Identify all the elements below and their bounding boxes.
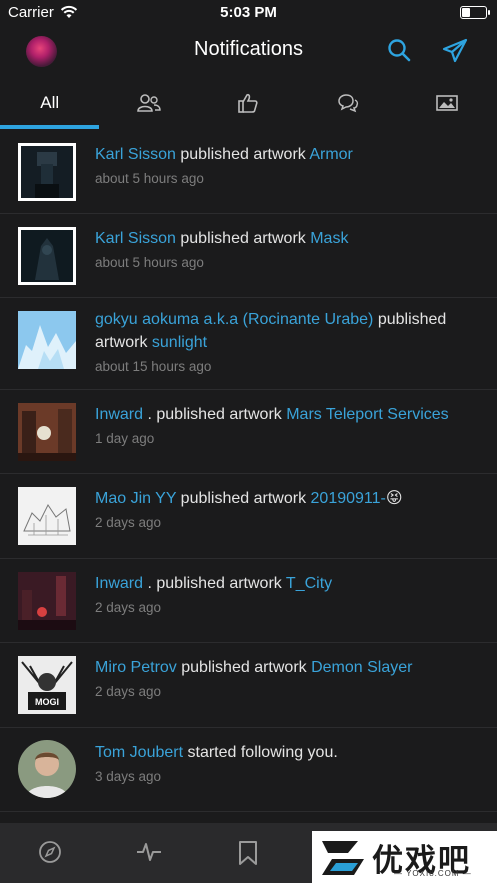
notification-row[interactable]: Karl Sisson published artwork Mask about… [0,214,497,298]
notification-list: Karl Sisson published artwork Armor abou… [0,129,497,812]
tab-comments[interactable] [298,76,397,129]
watermark-url: — YOXI8.COM — [394,869,472,878]
bookmark-icon[interactable] [238,840,258,866]
artwork-thumbnail[interactable] [18,143,76,201]
artwork-link[interactable]: 20190911- [311,490,386,507]
clock: 5:03 PM [220,4,277,21]
activity-icon[interactable] [136,840,162,864]
user-link[interactable]: Inward [95,406,143,423]
user-avatar[interactable] [18,740,76,798]
artwork-thumbnail[interactable] [18,227,76,285]
watermark-logo-icon [322,841,364,875]
notification-text: Miro Petrov published artwork Demon Slay… [95,656,477,701]
compass-icon[interactable] [38,840,62,864]
notification-text: Karl Sisson published artwork Mask about… [95,227,477,272]
action-text: . published artwork [143,406,287,423]
user-link[interactable]: Karl Sisson [95,230,176,247]
artwork-link[interactable]: T_City [286,575,332,592]
send-icon[interactable] [442,38,468,63]
notification-text: Mao Jin YY published artwork 20190911-😝 … [95,487,477,532]
emoji: 😝 [385,490,403,507]
nav-bar: Notifications [0,26,497,76]
artwork-link[interactable]: Mars Teleport Services [286,406,448,423]
search-icon[interactable] [387,38,412,63]
notification-text: Inward . published artwork Mars Teleport… [95,403,477,448]
status-bar: Carrier 5:03 PM [0,0,497,26]
artwork-thumbnail[interactable] [18,311,76,369]
artwork-thumbnail[interactable] [18,403,76,461]
timestamp: about 5 hours ago [95,171,204,186]
timestamp: 1 day ago [95,431,155,446]
user-link[interactable]: Karl Sisson [95,146,176,163]
artwork-link[interactable]: Mask [310,230,348,247]
tab-follows[interactable] [99,76,198,129]
action-text: started following you. [183,744,338,761]
tab-artworks[interactable] [398,76,497,129]
image-icon [436,94,459,111]
tab-all-label: All [40,92,60,112]
timestamp: about 15 hours ago [95,359,212,374]
battery-icon [460,6,490,19]
timestamp: 3 days ago [95,769,162,784]
notification-row[interactable]: Karl Sisson published artwork Armor abou… [0,129,497,214]
artwork-link[interactable]: Demon Slayer [311,659,412,676]
action-text: published artwork [175,230,311,247]
notification-row[interactable]: Inward . published artwork Mars Teleport… [0,390,497,474]
notification-row[interactable]: Tom Joubert started following you. 3 day… [0,728,497,812]
notification-row[interactable]: MOGI Miro Petrov published artwork Demon… [0,643,497,728]
timestamp: 2 days ago [95,600,162,615]
action-text: . published artwork [143,575,286,592]
tab-all[interactable]: All [0,76,100,129]
notification-row[interactable]: gokyu aokuma a.k.a (Rocinante Urabe) pub… [0,298,497,390]
notification-text: Tom Joubert started following you. 3 day… [95,741,477,786]
tab-likes[interactable] [199,76,298,129]
artwork-thumbnail[interactable]: MOGI [18,656,76,714]
artwork-thumbnail[interactable] [18,572,76,630]
watermark: 优戏吧 — YOXI8.COM — [312,831,497,883]
user-link[interactable]: Tom Joubert [95,744,183,761]
page-title: Notifications [194,38,303,60]
thumbs-up-icon [238,93,259,113]
notification-text: Inward . published artwork T_City 2 days… [95,572,477,617]
user-link[interactable]: gokyu aokuma a.k.a (Rocinante Urabe) [95,311,373,328]
action-text: published artwork [175,146,310,163]
people-icon [137,93,161,112]
timestamp: 2 days ago [95,515,162,530]
user-link[interactable]: Miro Petrov [95,659,177,676]
notification-text: Karl Sisson published artwork Armor abou… [95,143,477,188]
timestamp: about 5 hours ago [95,255,204,270]
comments-icon [338,93,358,112]
notification-text: gokyu aokuma a.k.a (Rocinante Urabe) pub… [95,308,477,376]
timestamp: 2 days ago [95,684,162,699]
action-text: published artwork [176,659,312,676]
artwork-link[interactable]: Armor [309,146,353,163]
action-text: published artwork [176,490,311,507]
user-link[interactable]: Mao Jin YY [95,490,176,507]
notification-tabs: All [0,76,497,129]
notification-row[interactable]: Inward . published artwork T_City 2 days… [0,559,497,643]
artwork-link[interactable]: sunlight [152,334,207,351]
notification-row[interactable]: Mao Jin YY published artwork 20190911-😝 … [0,474,497,559]
user-link[interactable]: Inward [95,575,143,592]
artwork-thumbnail[interactable] [18,487,76,545]
thumbnail-caption: MOGI [35,697,59,707]
